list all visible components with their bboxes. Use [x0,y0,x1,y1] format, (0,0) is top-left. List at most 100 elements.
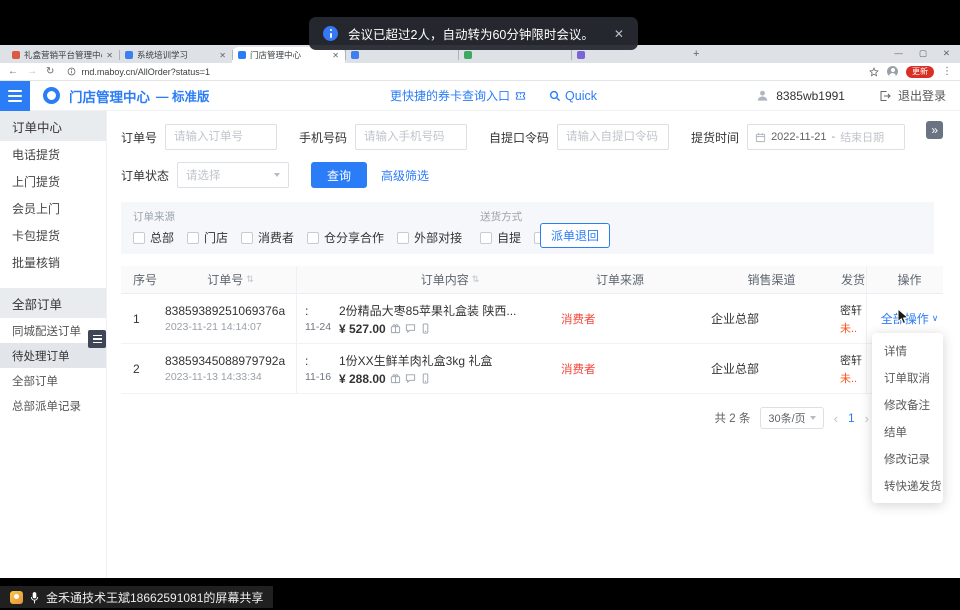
forward-button[interactable]: → [27,67,37,77]
next-page-button[interactable]: › [865,412,869,425]
new-tab-button[interactable]: + [693,49,699,60]
filter-row-1: 订单号 手机号码 自提口令码 提货时间 2022-11-21 - 结束日期 [121,124,960,150]
checkbox-label: 仓分享合作 [324,229,384,246]
logout-button[interactable]: 退出登录 [898,87,946,104]
advanced-filter-link[interactable]: 高级筛选 [381,167,429,184]
url-bar[interactable]: rnd.maboy.cn/AllOrder?status=1 [63,67,860,77]
checkbox-label: 门店 [204,229,228,246]
order-source-tag: 消费者 [561,361,701,377]
coupon-query-link[interactable]: 更快捷的券卡查询入口 [390,87,510,104]
sort-icon[interactable]: ⇅ [472,274,480,285]
window-controls: — ▢ ✕ [894,49,950,58]
toast-close-button[interactable]: ✕ [614,27,624,41]
message-icon [405,323,416,334]
order-number: 83859389251069376a [165,304,296,318]
tab-close-icon[interactable]: ✕ [219,51,226,60]
sidebar-item-member-visit[interactable]: 会员上门 [0,195,106,222]
search-icon [549,90,561,102]
tab-favicon [125,51,133,59]
sidebar-collapse-toggle[interactable] [88,330,106,348]
order-row-1[interactable]: 1 83859389251069376a 2023-11-21 14:14:07… [121,294,943,344]
tab-close-icon[interactable]: ✕ [106,51,113,60]
pickup-code-label: 自提口令码 [489,129,549,146]
panel-collapse-button[interactable]: » [926,121,943,139]
browser-window: 礼盒营销平台管理中心 ✕ 系统培训学习 ✕ 门店管理中心 ✕ [0,45,960,578]
menu-item-settle[interactable]: 结单 [872,418,943,445]
current-page[interactable]: 1 [848,411,855,425]
date-separator: - [832,131,836,143]
tab-close-icon[interactable]: ✕ [332,51,339,60]
total-count: 共 2 条 [715,410,751,426]
bookmark-star-icon[interactable] [869,67,879,77]
order-content-cell: 2份精品大枣85苹果礼盒装 陕西... ¥ 527.00 [331,294,531,343]
window-minimize-button[interactable]: — [894,49,903,58]
checkbox-consumer[interactable]: 消费者 [241,229,294,246]
back-button[interactable]: ← [8,67,18,77]
tab-title: 门店管理中心 [250,49,328,61]
search-button[interactable]: 查询 [311,162,367,188]
prev-page-button[interactable]: ‹ [834,412,838,425]
browser-tab-2[interactable]: 系统培训学习 ✕ [119,47,232,63]
sidebar-item-phone-pickup[interactable]: 电话提货 [0,141,106,168]
order-status-select[interactable]: 请选择 [177,162,289,188]
sidebar-item-all-orders[interactable]: 全部订单 [0,368,106,393]
sort-icon[interactable]: ⇅ [246,274,254,285]
order-content: 1份XX生鲜羊肉礼盒3kg 礼盒 [339,352,531,369]
pickup-code-input[interactable] [557,124,669,150]
order-seq: 1 [121,294,157,343]
browser-tab-1[interactable]: 礼盒营销平台管理中心 ✕ [6,47,119,63]
phone-input[interactable] [355,124,467,150]
app-edition: — 标准版 [156,86,209,105]
chrome-update-button[interactable]: 更新 [906,66,934,78]
checkbox-warehouse-share[interactable]: 仓分享合作 [307,229,384,246]
sidebar-item-door-pickup[interactable]: 上门提货 [0,168,106,195]
end-date-placeholder[interactable]: 结束日期 [840,129,884,145]
browser-address-bar: ← → ↻ rnd.maboy.cn/AllOrder?status=1 更新 … [0,63,960,81]
checkbox-icon [241,232,253,244]
dispatch-return-button[interactable]: 派单退回 [540,223,610,248]
start-date-value[interactable]: 2022-11-21 [771,131,826,143]
order-status-label: 订单状态 [121,167,169,184]
col-header-label: 订单号 [207,271,243,288]
menu-item-details[interactable]: 详情 [872,337,943,364]
phone-icon [420,323,431,334]
quick-label: Quick [565,89,597,103]
window-maximize-button[interactable]: ▢ [919,49,927,58]
screen-share-label: 金禾通技术王斌18662591081的屏幕共享 [46,589,263,606]
checkbox-external[interactable]: 外部对接 [397,229,462,246]
menu-item-cancel-order[interactable]: 订单取消 [872,364,943,391]
date-range-picker[interactable]: 2022-11-21 - 结束日期 [747,124,905,150]
order-no-label: 订单号 [121,129,157,146]
info-icon [323,26,338,41]
reload-button[interactable]: ↻ [46,67,54,77]
sidebar-item-batch-verify[interactable]: 批量核销 [0,249,106,276]
username[interactable]: 8385wb1991 [776,89,845,103]
order-price: ¥ 288.00 [339,372,386,386]
order-row-2[interactable]: 2 83859345088979792a 2023-11-13 14:33:34… [121,344,943,394]
phone-icon [420,373,431,384]
sidebar-item-card-pickup[interactable]: 卡包提货 [0,222,106,249]
col-header-order-no: 订单号 ⇅ [157,266,297,293]
order-seq: 2 [121,344,157,393]
delivery-status: 未.. [840,320,866,336]
order-source-cell: 消费者 [531,344,701,393]
browser-profile-avatar[interactable] [887,66,898,77]
browser-menu-button[interactable]: ⋮ [942,66,952,77]
order-no-input[interactable] [165,124,277,150]
sidebar-group-order-center: 订单中心 [0,111,106,141]
quick-search-link[interactable]: Quick [549,89,597,103]
checkbox-store[interactable]: 门店 [187,229,228,246]
site-info-icon[interactable] [67,67,76,76]
pickup-end-date: 11-24 [305,321,331,333]
col-header-action: 操作 [866,266,943,293]
menu-toggle-button[interactable] [0,81,30,111]
page-size-select[interactable]: 30条/页 [760,407,823,429]
menu-item-edit-remark[interactable]: 修改备注 [872,391,943,418]
window-close-button[interactable]: ✕ [943,49,950,58]
checkbox-hq[interactable]: 总部 [133,229,174,246]
checkbox-self-pickup[interactable]: 自提 [480,229,521,246]
sidebar-item-hq-dispatch-log[interactable]: 总部派单记录 [0,393,106,418]
menu-item-edit-history[interactable]: 修改记录 [872,445,943,472]
menu-item-express-ship[interactable]: 转快递发货 [872,472,943,499]
orders-table: 序号 订单号 ⇅ 订单内容 ⇅ 订单来源 销售渠道 发货 操作 [121,266,943,394]
